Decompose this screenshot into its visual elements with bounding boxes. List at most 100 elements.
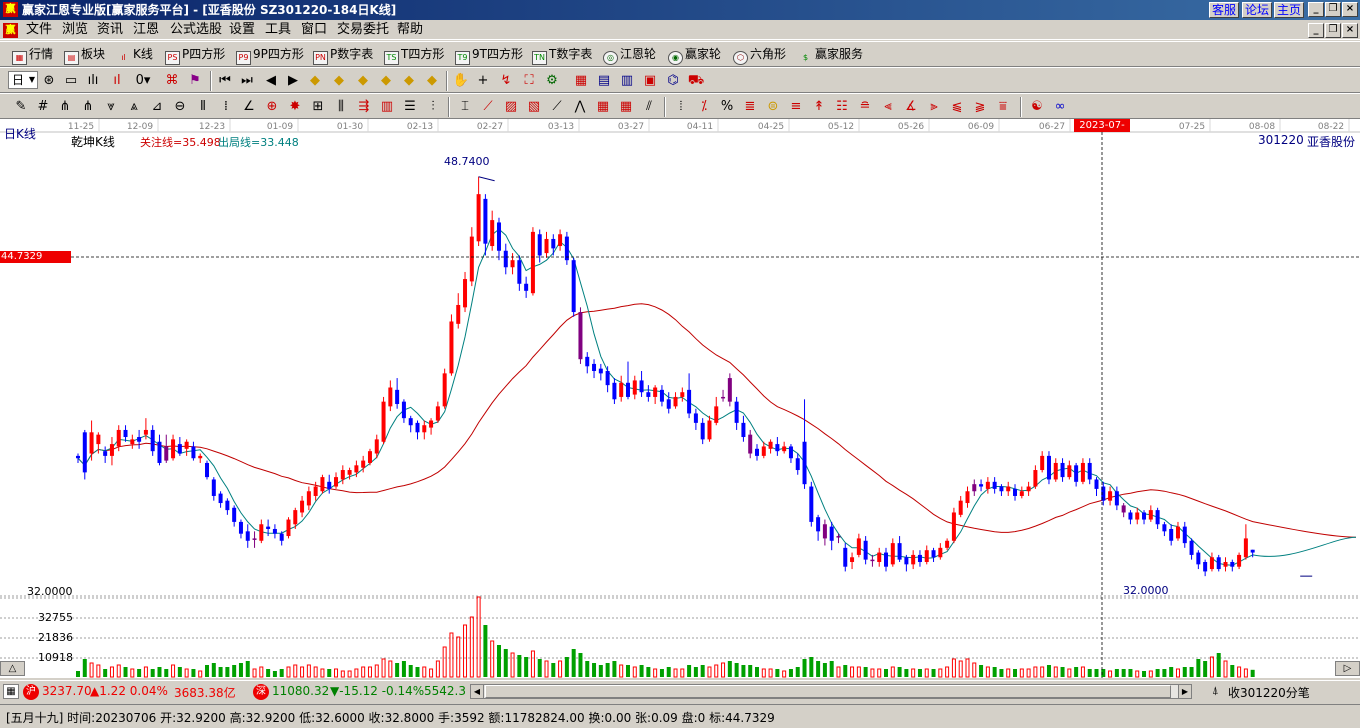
chart-type-icon[interactable]: ⊛ <box>40 72 58 90</box>
toolbar-t-square-button[interactable]: TS T四方形 <box>384 45 444 65</box>
scrollbar-thumb[interactable] <box>485 685 1171 698</box>
move-down-icon[interactable]: ◆ <box>377 72 395 90</box>
scroll-left-arrow-icon[interactable]: ◀ <box>471 685 484 698</box>
toolbar-kline-button[interactable]: ıl K线 <box>116 45 153 63</box>
coin-icon[interactable]: ⊜ <box>764 98 782 116</box>
toolbar-9t-square-button[interactable]: T9 9T四方形 <box>455 45 523 65</box>
angle-fan-icon[interactable]: ∡ <box>902 98 920 116</box>
wave-fan-icon[interactable]: ⫸ <box>925 98 943 116</box>
fib-levels-icon[interactable]: ≡ <box>787 98 805 116</box>
menu-file[interactable]: 文件 <box>26 20 52 40</box>
toolbar-quotes-button[interactable]: ▦ 行情 <box>12 45 53 65</box>
network-icon[interactable]: ⌬ <box>664 72 682 90</box>
candle-option-icon[interactable]: 0▾ <box>134 72 152 90</box>
panel-toggle-right-icon[interactable]: ▷ <box>1335 661 1360 676</box>
menu-news[interactable]: 资讯 <box>97 20 123 40</box>
fan-lines-icon[interactable]: ⫷ <box>879 98 897 116</box>
panel-toggle-up-icon[interactable]: △ <box>0 661 25 676</box>
scroll-right-icon[interactable]: ▶ <box>284 72 302 90</box>
fx-icon[interactable]: ⌘ <box>163 72 181 90</box>
zigzag-icon[interactable]: ⋀ <box>571 98 589 116</box>
toolbar-9p-square-button[interactable]: P9 9P四方形 <box>236 45 304 65</box>
toolbar-p-number-button[interactable]: PN P数字表 <box>313 45 373 65</box>
hatch-icon[interactable]: ▨ <box>502 98 520 116</box>
zoom-in-icon[interactable]: ◆ <box>306 72 324 90</box>
menu-browse[interactable]: 浏览 <box>62 20 88 40</box>
document-icon[interactable]: ▭ <box>62 72 80 90</box>
channel-icon[interactable]: ⩔ <box>102 98 120 116</box>
pattern-icon[interactable]: ⛶ <box>520 72 538 90</box>
cycle-lines-icon[interactable]: ⦀ <box>194 98 212 116</box>
retrace-icon[interactable]: ☷ <box>833 98 851 116</box>
toolbar-p-square-button[interactable]: PS P四方形 <box>165 45 225 65</box>
menu-formula-screener[interactable]: 公式选股 <box>170 20 222 40</box>
support-link[interactable]: 客服 <box>1209 2 1240 18</box>
bracket-icon[interactable]: ⌶ <box>456 98 474 116</box>
hatch-box-icon[interactable]: ▧ <box>525 98 543 116</box>
menu-help[interactable]: 帮助 <box>397 20 423 40</box>
toolbar-hexagon-button[interactable]: ⬡ 六角形 <box>733 45 786 65</box>
level-lines-icon[interactable]: ≣ <box>741 98 759 116</box>
hand-icon[interactable]: ✋ <box>452 72 470 90</box>
mdi-close-icon[interactable]: × <box>1342 23 1358 38</box>
toolbar-gann-wheel-button[interactable]: ◎ 江恩轮 <box>603 45 656 65</box>
fib-fan-icon[interactable]: ⩸ <box>994 98 1012 116</box>
speed-line-icon[interactable]: ⩓ <box>125 98 143 116</box>
box-tool-icon[interactable]: ▥ <box>378 98 396 116</box>
bars-chart-icon[interactable]: ılı <box>84 72 102 90</box>
pencil-icon[interactable]: ✎ <box>12 98 30 116</box>
menu-tools[interactable]: 工具 <box>265 20 291 40</box>
trend-icon[interactable]: ↯ <box>497 72 515 90</box>
arrow-tool-icon[interactable]: ⇶ <box>355 98 373 116</box>
mdi-minimize-icon[interactable]: _ <box>1308 23 1324 38</box>
forum-link[interactable]: 论坛 <box>1242 2 1273 18</box>
crosshair-icon[interactable]: + <box>474 72 492 90</box>
vertical-lines-icon[interactable]: ⫼ <box>332 98 350 116</box>
percent-fan-icon[interactable]: ⁒ <box>695 98 713 116</box>
kline-chart-area[interactable]: 11-25 12-09 12-23 01-09 01-30 02-13 02-27 03-13… <box>0 119 1360 678</box>
period-select[interactable]: 日 ▼ <box>8 71 38 89</box>
time-zone-icon[interactable]: ⁞ <box>217 98 235 116</box>
slant-lines-icon[interactable]: ⫽ <box>640 98 658 116</box>
mdi-restore-icon[interactable]: ❐ <box>1325 23 1341 38</box>
parallel-lines-icon[interactable]: # <box>34 98 52 116</box>
target-icon[interactable]: ⊕ <box>263 98 281 116</box>
keyboard-icon[interactable]: ▦ <box>3 684 19 699</box>
stair-down-icon[interactable]: ⫺ <box>971 98 989 116</box>
circle-tool-icon[interactable]: ⊖ <box>171 98 189 116</box>
yin-yang-icon[interactable]: ☯ <box>1028 98 1046 116</box>
expand-icon[interactable]: ◆ <box>400 72 418 90</box>
save-icon[interactable]: ▣ <box>641 72 659 90</box>
move-up-icon[interactable]: ◆ <box>354 72 372 90</box>
toolbar-sectors-button[interactable]: ▤ 板块 <box>64 45 105 65</box>
menu-window[interactable]: 窗口 <box>301 20 327 40</box>
menu-gann[interactable]: 江恩 <box>133 20 159 40</box>
line-tool-icon[interactable]: ⟋ <box>548 98 566 116</box>
restore-icon[interactable]: ❐ <box>1325 2 1341 17</box>
toolbar-winner-service-button[interactable]: $ 赢家服务 <box>798 45 863 63</box>
level-box-icon[interactable]: ≘ <box>856 98 874 116</box>
square-grid-icon[interactable]: ▦ <box>594 98 612 116</box>
menu-trade[interactable]: 交易委托 <box>337 20 389 40</box>
list-icon[interactable]: ▥ <box>618 72 636 90</box>
close-icon[interactable]: × <box>1342 2 1358 17</box>
arrow-up-tool-icon[interactable]: ↟ <box>810 98 828 116</box>
ray-fan-icon[interactable]: ⟋ <box>479 98 497 116</box>
first-page-icon[interactable]: ⏮ <box>216 72 234 90</box>
fork-icon[interactable]: ⋔ <box>56 98 74 116</box>
table-icon[interactable]: ▤ <box>595 72 613 90</box>
minimize-icon[interactable]: _ <box>1308 2 1324 17</box>
ruler-icon[interactable]: ⦙ <box>672 98 690 116</box>
scroll-left-icon[interactable]: ◀ <box>262 72 280 90</box>
homepage-link[interactable]: 主页 <box>1274 2 1305 18</box>
last-page-icon[interactable]: ⏭ <box>238 72 256 90</box>
fan-icon[interactable]: ⋔ <box>79 98 97 116</box>
grid-tool-icon[interactable]: ⊞ <box>309 98 327 116</box>
alert-icon[interactable]: ⍋ <box>1212 684 1219 698</box>
infinity-icon[interactable]: ∞ <box>1051 98 1069 116</box>
zoom-out-icon[interactable]: ◆ <box>330 72 348 90</box>
calendar-icon[interactable]: ▦ <box>572 72 590 90</box>
stair-icon[interactable]: ⫹ <box>948 98 966 116</box>
truck-icon[interactable]: ⛟ <box>687 72 705 90</box>
kline-chart-icon[interactable]: ıl <box>108 72 126 90</box>
